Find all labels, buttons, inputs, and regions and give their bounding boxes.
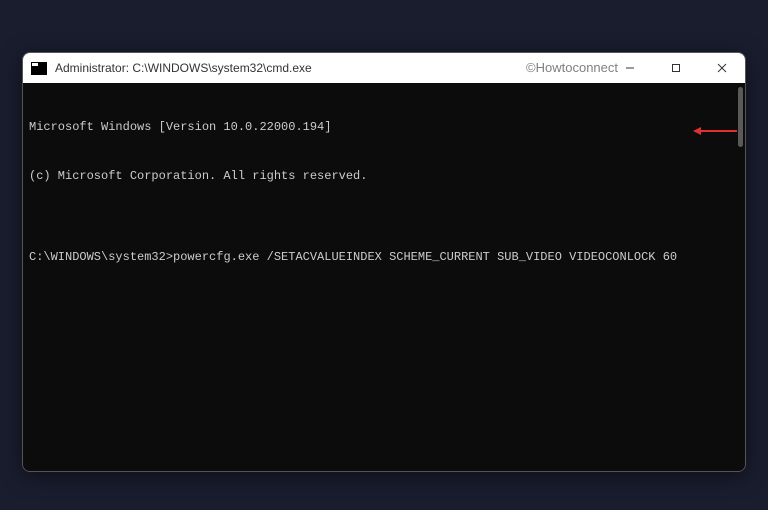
prompt-text: C:\WINDOWS\system32>: [29, 250, 173, 264]
cmd-window: Administrator: C:\WINDOWS\system32\cmd.e…: [22, 52, 746, 472]
vertical-scrollbar[interactable]: [738, 87, 743, 147]
minimize-icon: [625, 63, 635, 73]
window-title: Administrator: C:\WINDOWS\system32\cmd.e…: [55, 61, 607, 75]
close-icon: [717, 63, 727, 73]
minimize-button[interactable]: [607, 53, 653, 83]
red-arrow-annotation: [693, 127, 737, 135]
window-titlebar[interactable]: Administrator: C:\WINDOWS\system32\cmd.e…: [23, 53, 745, 83]
maximize-button[interactable]: [653, 53, 699, 83]
version-line: Microsoft Windows [Version 10.0.22000.19…: [29, 119, 739, 135]
terminal-content[interactable]: Microsoft Windows [Version 10.0.22000.19…: [23, 83, 745, 471]
window-controls: [607, 53, 745, 83]
command-line: C:\WINDOWS\system32>powercfg.exe /SETACV…: [29, 249, 739, 265]
arrow-head-icon: [693, 127, 701, 135]
command-text: powercfg.exe /SETACVALUEINDEX SCHEME_CUR…: [173, 250, 677, 264]
cmd-icon: [31, 62, 47, 75]
maximize-icon: [671, 63, 681, 73]
arrow-line-icon: [701, 130, 737, 132]
close-button[interactable]: [699, 53, 745, 83]
copyright-line: (c) Microsoft Corporation. All rights re…: [29, 168, 739, 184]
